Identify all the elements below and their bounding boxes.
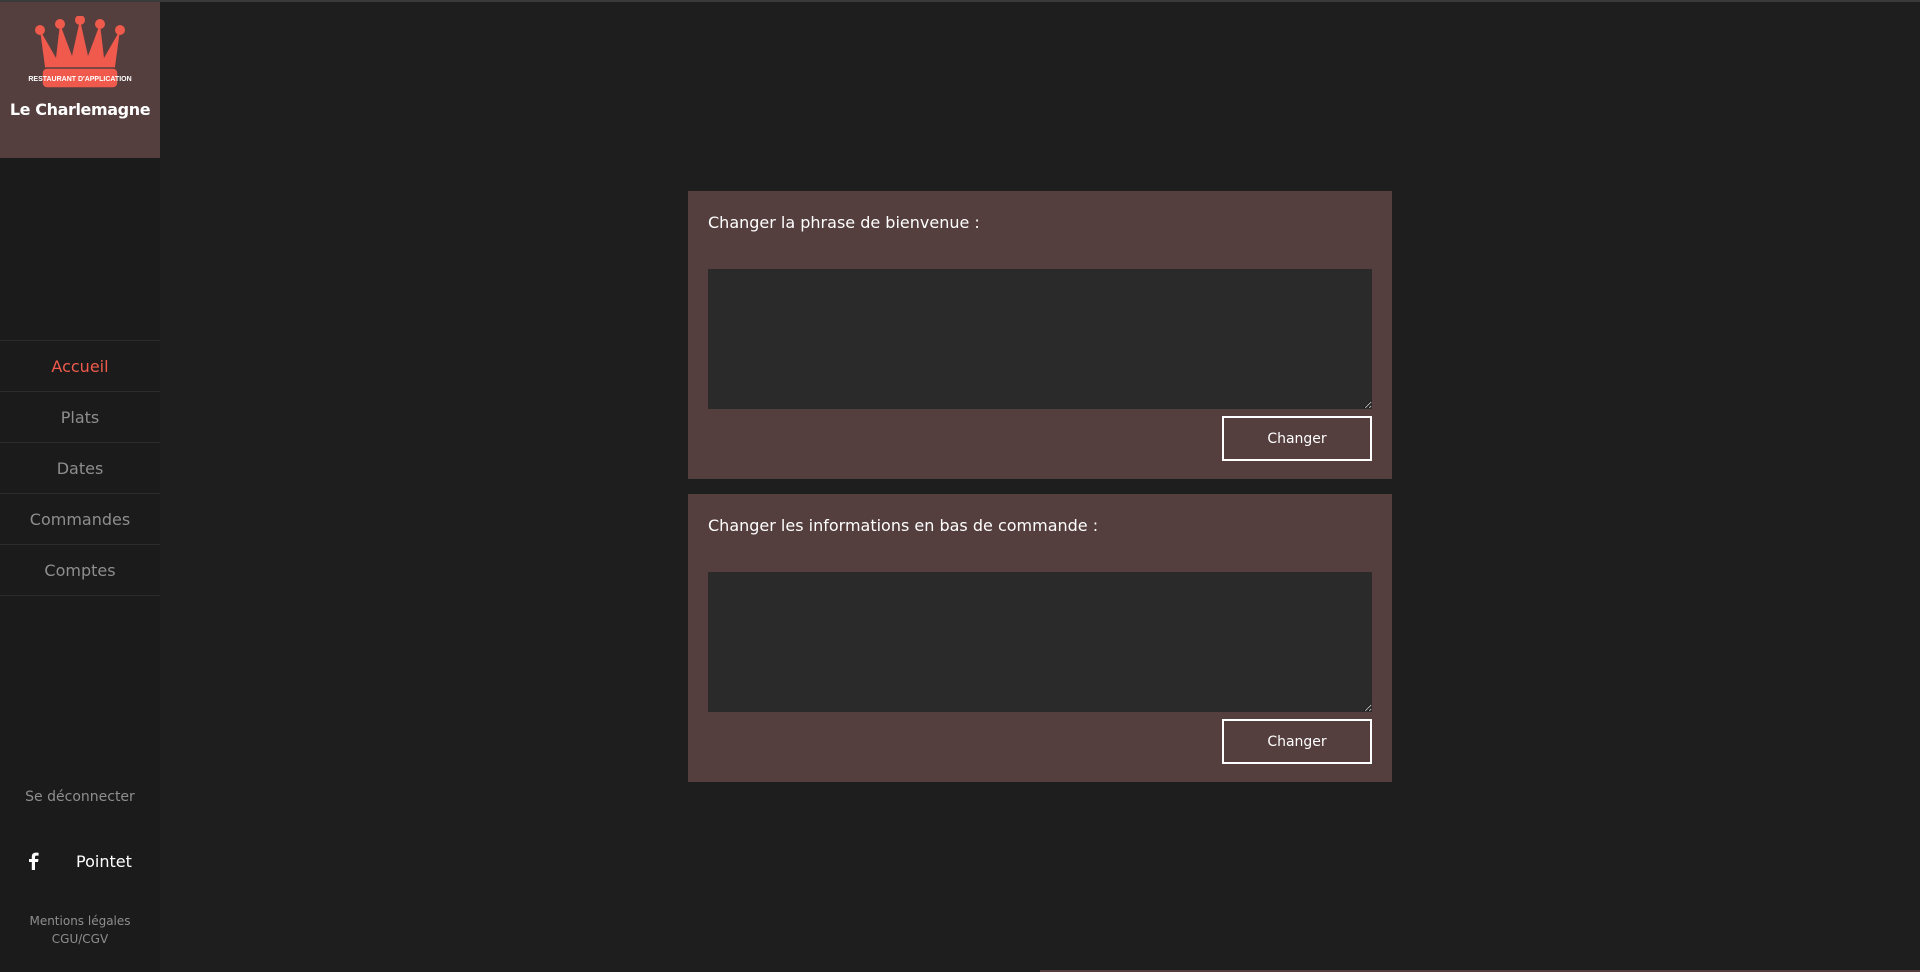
crown-icon: RESTAURANT D'APPLICATION [28, 16, 132, 89]
app-window: RESTAURANT D'APPLICATION Le Charlemagne … [0, 0, 1920, 972]
order-footer-info-title: Changer les informations en bas de comma… [708, 516, 1099, 535]
facebook-icon[interactable] [27, 852, 39, 870]
change-order-footer-info-button[interactable]: Changer [1222, 719, 1372, 764]
nav-item-plats[interactable]: Plats [0, 392, 160, 443]
badge-text: RESTAURANT D'APPLICATION [28, 76, 131, 83]
welcome-phrase-panel: Changer la phrase de bienvenue : Changer [688, 191, 1392, 479]
social-name-link[interactable]: Pointet [76, 852, 132, 871]
mentions-legales-link[interactable]: Mentions légales [0, 912, 160, 930]
brand-header: RESTAURANT D'APPLICATION Le Charlemagne [0, 2, 160, 158]
cgu-cgv-link[interactable]: CGU/CGV [0, 930, 160, 948]
order-footer-info-textarea[interactable] [708, 572, 1372, 712]
brand-name: Le Charlemagne [9, 100, 151, 119]
sidebar: RESTAURANT D'APPLICATION Le Charlemagne … [0, 2, 160, 972]
social-row: Pointet [0, 850, 160, 874]
change-welcome-phrase-button[interactable]: Changer [1222, 416, 1372, 461]
nav-item-comptes[interactable]: Comptes [0, 545, 160, 596]
logout-link[interactable]: Se déconnecter [0, 789, 160, 805]
nav-item-dates[interactable]: Dates [0, 443, 160, 494]
legal-links: Mentions légales CGU/CGV [0, 912, 160, 948]
nav-item-accueil[interactable]: Accueil [0, 341, 160, 392]
welcome-phrase-title: Changer la phrase de bienvenue : [708, 213, 980, 232]
main-nav: Accueil Plats Dates Commandes Comptes [0, 340, 160, 596]
nav-item-commandes[interactable]: Commandes [0, 494, 160, 545]
welcome-phrase-textarea[interactable] [708, 269, 1372, 409]
order-footer-info-panel: Changer les informations en bas de comma… [688, 494, 1392, 782]
